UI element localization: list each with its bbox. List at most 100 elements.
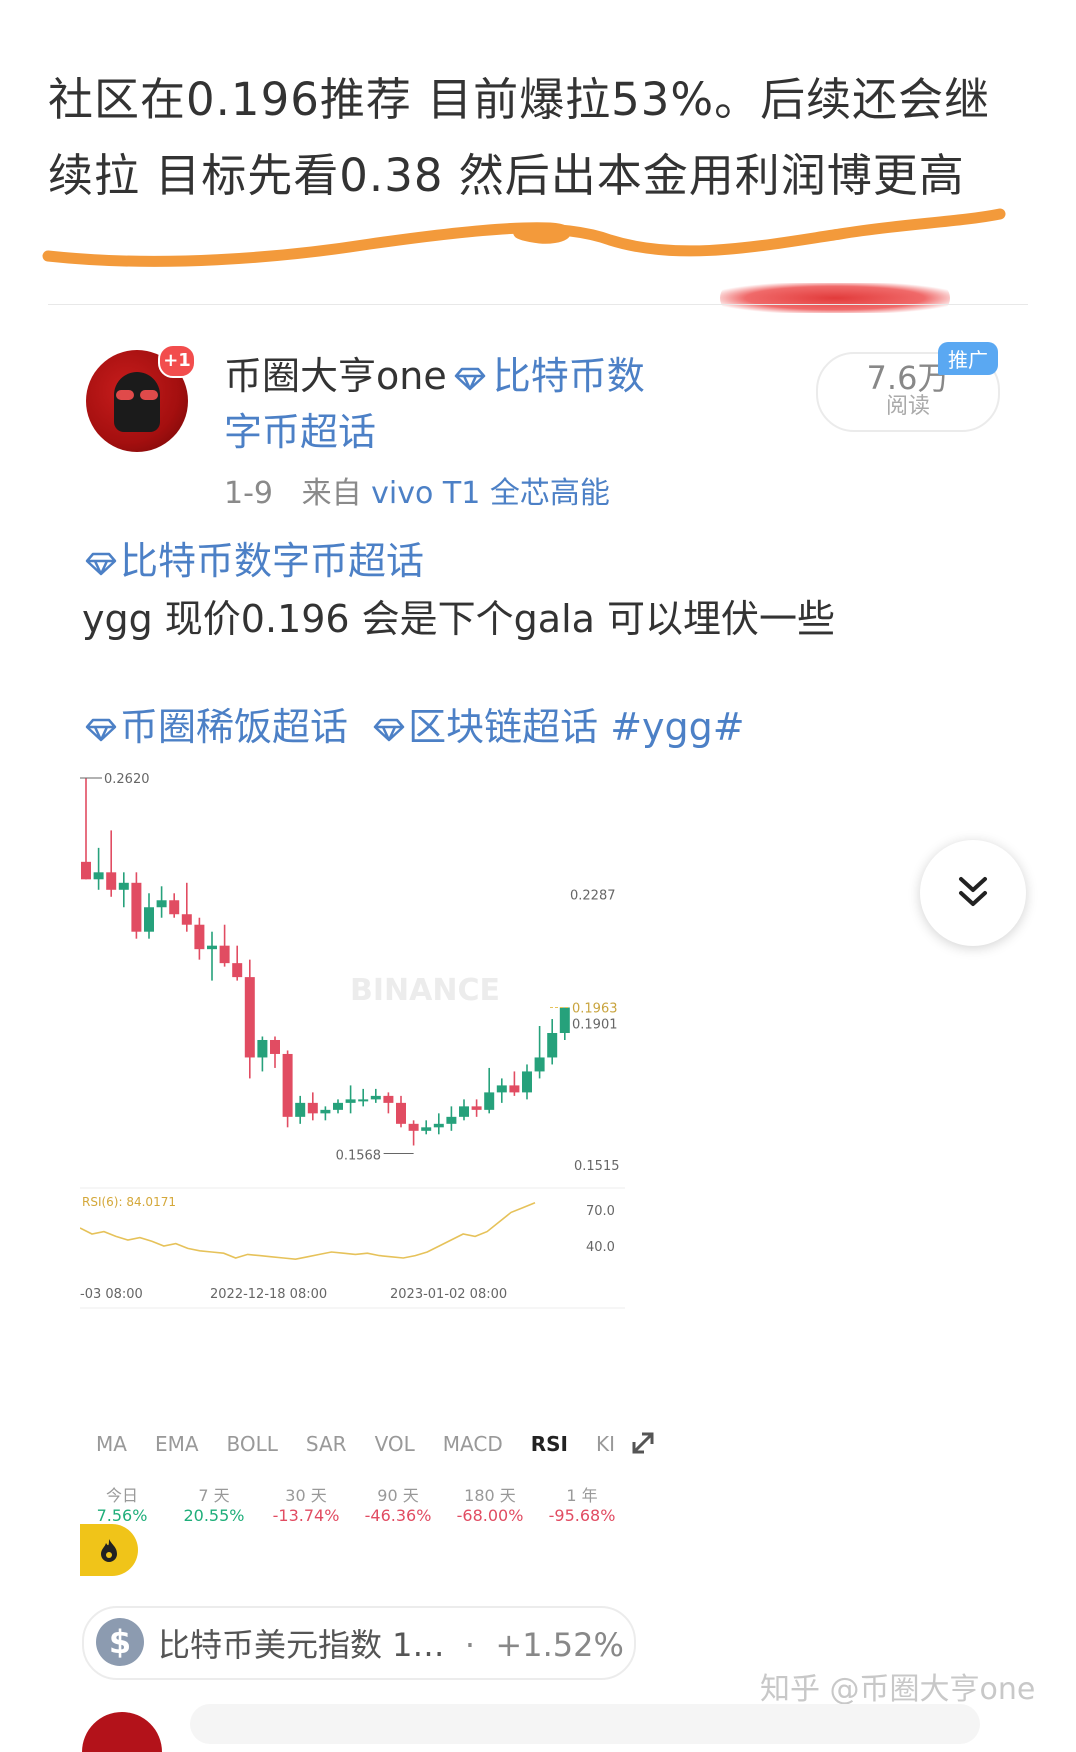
x-tick: -03 08:00 (80, 1287, 143, 1302)
candle-body (118, 882, 129, 890)
candle-body (446, 1116, 457, 1124)
candle-body (396, 1102, 406, 1124)
chart-watermark: BINANCE (350, 973, 500, 1008)
candle-body (534, 1057, 545, 1072)
candle-body (232, 963, 243, 978)
indicator-tab-ma[interactable]: MA (96, 1432, 127, 1456)
avatar-badge: +1 (158, 344, 196, 378)
candle-body (433, 1123, 444, 1128)
author-name[interactable]: 币圈大亨one (224, 354, 447, 398)
performance-cell: 180 天 -68.00% (440, 1482, 540, 1525)
diamond-icon (85, 552, 117, 575)
candle-body (81, 861, 91, 880)
candle-body (295, 1102, 306, 1117)
candle-body (207, 945, 217, 950)
candle-body (144, 907, 154, 932)
post-source[interactable]: vivo T1 全芯高能 (371, 476, 610, 511)
topic-tags: 币圈稀饭超话 区块链超话 #ygg# (84, 696, 745, 751)
post-source-prefix: 来自 (301, 476, 362, 511)
candle-body (169, 900, 180, 915)
headline-line-1: 社区在0.196推荐 目前爆拉53%。后续还会继 (48, 73, 991, 126)
candle-body (559, 1007, 570, 1034)
performance-label: 7 天 (198, 1486, 230, 1505)
candle-body (257, 1039, 268, 1058)
ticker-pill[interactable]: $ 比特币美元指数 1… · +1.52% (82, 1606, 636, 1680)
candle-body (358, 1099, 369, 1102)
next-avatar (82, 1712, 162, 1752)
rsi-label: RSI(6): 84.0171 (82, 1195, 176, 1209)
candle-body (509, 1085, 520, 1093)
next-card (190, 1704, 980, 1744)
performance-value: 7.56% (96, 1506, 148, 1525)
rsi-level-70: 70.0 (586, 1204, 615, 1219)
label-high: 0.2620 (104, 772, 150, 787)
performance-value: -13.74% (272, 1506, 340, 1525)
indicator-tab-macd[interactable]: MACD (443, 1432, 503, 1456)
candle-body (106, 872, 117, 890)
post-date: 1-9 (224, 476, 273, 511)
author-topic-link-part-1[interactable]: 比特币数 (493, 354, 645, 398)
candle-body (156, 900, 167, 908)
performance-cell: 30 天 -13.74% (256, 1482, 356, 1525)
reads-label: 阅读 (885, 394, 930, 419)
ad-strip-fragment (720, 283, 950, 313)
candle-body (320, 1109, 331, 1114)
rsi-line (80, 1202, 536, 1261)
topic-tag-b[interactable]: 区块链超话 #ygg# (408, 705, 745, 749)
dollar-icon: $ (96, 1618, 144, 1666)
expand-icon[interactable] (628, 1428, 658, 1458)
label-bottom: 0.1515 (574, 1159, 620, 1174)
label-current: 0.1963 (572, 1002, 618, 1017)
candle-body (93, 872, 104, 880)
candle-body (484, 1092, 495, 1110)
performance-label: 30 天 (285, 1486, 327, 1505)
topic-tag[interactable]: 比特币数字币超话 (84, 530, 424, 585)
performance-value: 20.55% (183, 1506, 245, 1525)
x-tick: 2022-12-18 08:00 (210, 1287, 327, 1302)
coin-icon[interactable] (80, 1524, 138, 1576)
topic-tag-label: 比特币数字币超话 (120, 539, 425, 583)
scroll-down-button[interactable] (920, 840, 1026, 946)
candle-body (131, 882, 142, 932)
orange-underline (42, 208, 1006, 267)
candle-body (219, 945, 230, 964)
topic-tag-a[interactable]: 币圈稀饭超话 (120, 705, 348, 749)
candle-body (522, 1071, 532, 1093)
ticker-name: 比特币美元指数 1… (158, 1626, 445, 1664)
performance-label: 今日 (105, 1486, 138, 1505)
label-below-current: 0.1901 (572, 1018, 618, 1033)
candle-body (282, 1053, 293, 1117)
performance-value: -46.36% (364, 1506, 432, 1525)
label-mid: 0.2287 (570, 888, 616, 903)
diamond-icon (85, 718, 117, 741)
candle-body (496, 1085, 507, 1093)
author-line: 币圈大亨one 比特币数 字币超话 (224, 348, 645, 460)
performance-label: 180 天 (464, 1486, 516, 1505)
candle-body (181, 914, 192, 925)
performance-value: -95.68% (548, 1506, 616, 1525)
diamond-icon (454, 367, 485, 390)
indicator-tab-sar[interactable]: SAR (306, 1432, 347, 1456)
performance-label: 90 天 (377, 1486, 419, 1505)
post-body: ygg 现价0.196 会是下个gala 可以埋伏一些 (82, 597, 836, 641)
performance-label: 1 年 (566, 1486, 598, 1505)
candle-body (370, 1095, 381, 1100)
indicator-tab-ki[interactable]: KI (596, 1432, 615, 1456)
author-topic-link-part-2[interactable]: 字币超话 (224, 410, 376, 454)
double-chevron-down-icon (959, 877, 987, 906)
indicator-tab-rsi[interactable]: RSI (531, 1432, 568, 1456)
indicator-tab-ema[interactable]: EMA (155, 1432, 199, 1456)
candle-body (459, 1106, 469, 1117)
performance-cell: 90 天 -46.36% (348, 1482, 448, 1525)
performance-cell: 今日 7.56% (72, 1482, 172, 1525)
performance-cell: 7 天 20.55% (164, 1482, 264, 1525)
ticker-text: 比特币美元指数 1… · +1.52% (158, 1620, 624, 1666)
candle-body (383, 1095, 394, 1103)
ticker-change: +1.52% (495, 1626, 624, 1664)
flame-icon (101, 1539, 117, 1562)
label-low: 0.1568 (336, 1148, 382, 1163)
indicator-tab-vol[interactable]: VOL (375, 1432, 415, 1456)
candle-body (244, 977, 255, 1058)
indicator-tab-boll[interactable]: BOLL (227, 1432, 278, 1456)
candle-body (194, 924, 205, 950)
